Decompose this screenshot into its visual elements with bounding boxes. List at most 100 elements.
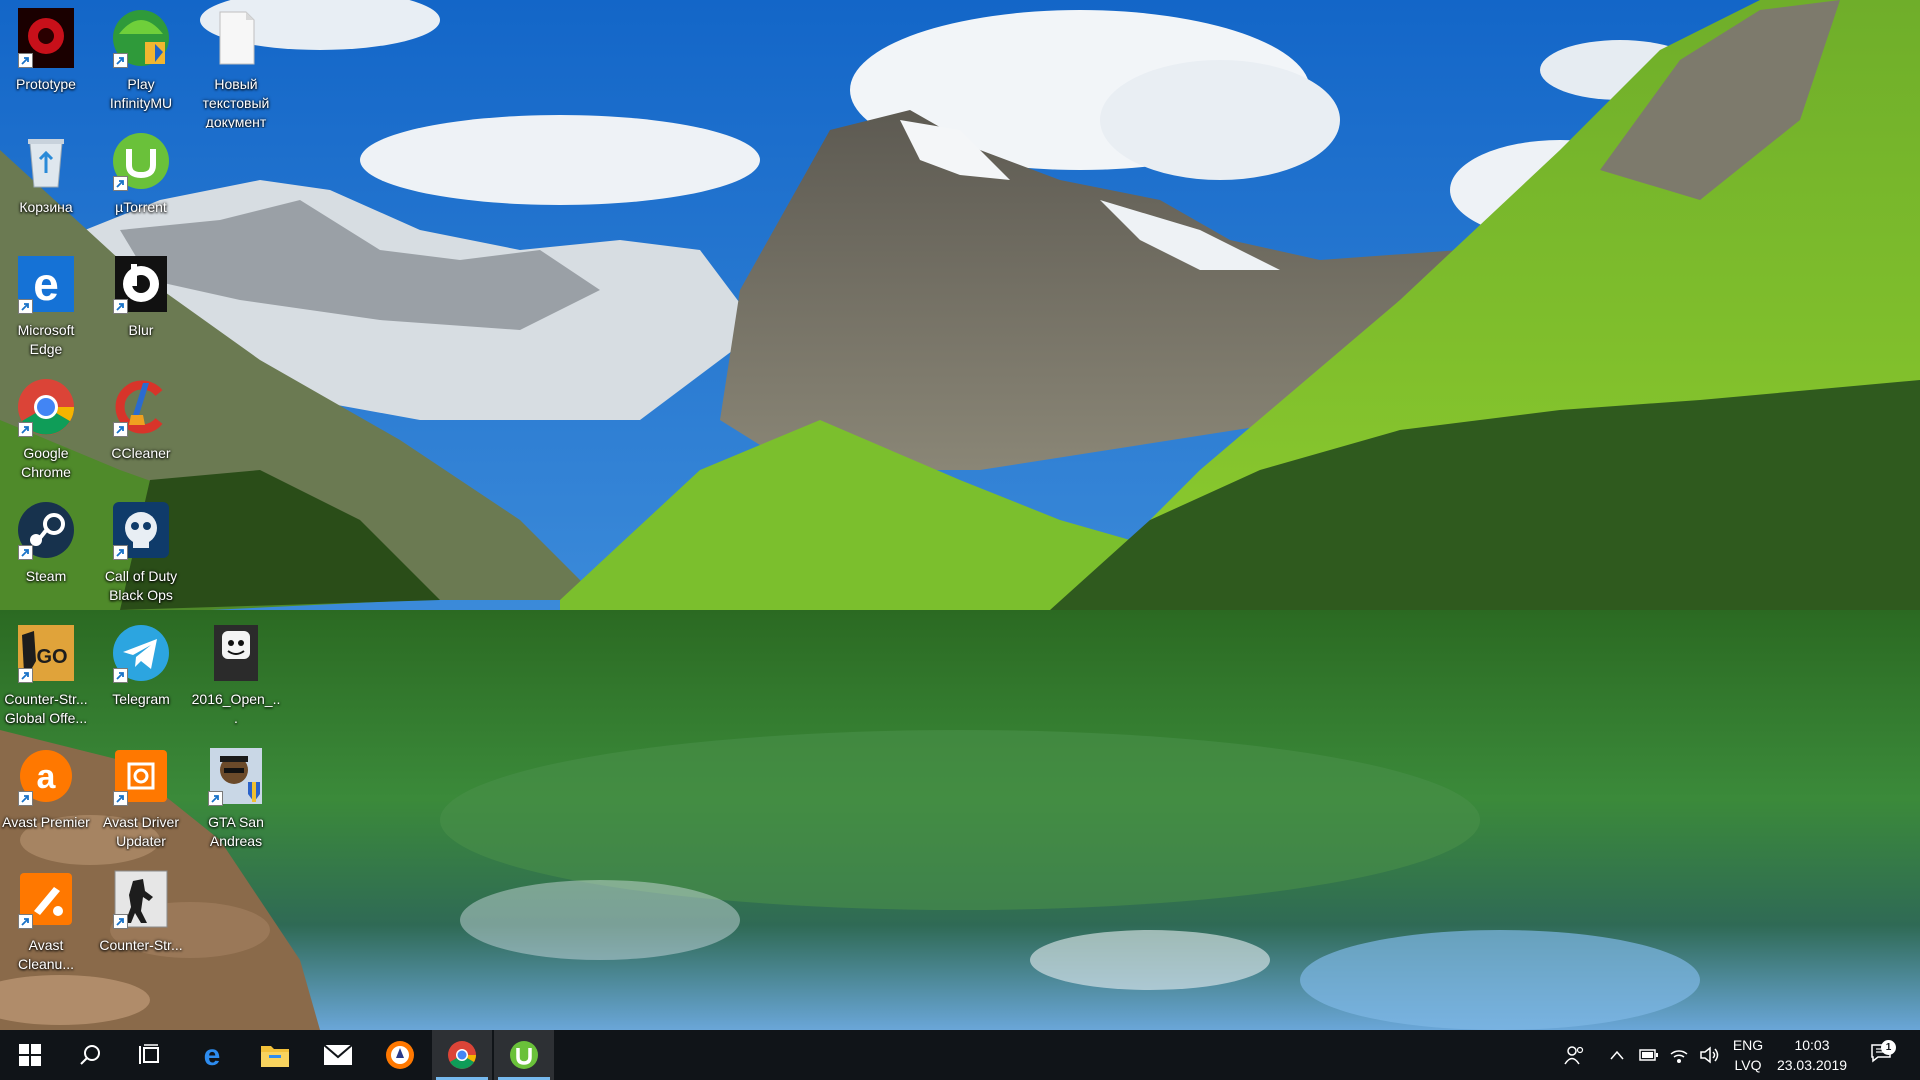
taskbar-edge[interactable]: e [182, 1030, 242, 1080]
desktop-icon-recycle-bin[interactable]: Корзина [0, 123, 92, 241]
shortcut-arrow-icon [18, 668, 33, 683]
desktop-icon-label: 2016_Open_... [191, 691, 281, 726]
desktop-icon-gta-san-andreas[interactable]: GTA San Andreas [190, 738, 282, 856]
edge-icon: e [204, 1041, 221, 1069]
desktop-icon-counter-strike[interactable]: Counter-Str... [95, 861, 187, 979]
language-indicator: ENG LVQ [1733, 1035, 1763, 1075]
network-button[interactable] [1664, 1030, 1694, 1080]
clock-time: 10:03 [1794, 1037, 1830, 1053]
search-button[interactable] [60, 1030, 120, 1080]
notification-count-badge: 1 [1881, 1040, 1896, 1055]
desktop-icon-avast-driver-updater[interactable]: Avast Driver Updater [95, 738, 187, 856]
shortcut-arrow-icon [18, 545, 33, 560]
speaker-icon [1700, 1046, 1719, 1064]
taskbar-avast-browser[interactable] [370, 1030, 430, 1080]
shortcut-arrow-icon [18, 53, 33, 68]
desktop-icon-label: Avast Cleanu... [17, 937, 75, 972]
language-code: ENG [1732, 1037, 1764, 1053]
desktop-icon-label: Prototype [16, 76, 76, 92]
search-icon [80, 1045, 100, 1065]
file-explorer-icon [261, 1046, 289, 1067]
mail-icon [323, 1044, 353, 1065]
chevron-up-icon [1610, 1050, 1624, 1060]
taskbar-mail[interactable] [308, 1030, 368, 1080]
wifi-icon [1670, 1050, 1688, 1063]
avast-browser-icon [386, 1041, 414, 1069]
desktop-icon-label: Корзина [19, 199, 73, 215]
desktop-icon-label: Avast Driver Updater [103, 814, 179, 849]
shortcut-arrow-icon [113, 422, 128, 437]
shortcut-arrow-icon [113, 545, 128, 560]
people-button[interactable] [1556, 1030, 1592, 1080]
shortcut-arrow-icon [18, 791, 33, 806]
desktop-icon-label: Counter-Str... Global Offe... [4, 691, 88, 726]
clock-date: 23.03.2019 [1776, 1057, 1848, 1073]
desktop-icon-label: Google Chrome [21, 445, 71, 480]
taskbar-chrome[interactable] [432, 1030, 492, 1080]
desktop-icon-label: Blur [128, 322, 154, 338]
marshmello-file-icon [214, 625, 258, 681]
desktop-icon-avast-premier[interactable]: a Avast Premier [0, 738, 92, 856]
desktop-icon-blur[interactable]: Blur [95, 246, 187, 364]
shortcut-arrow-icon [18, 914, 33, 929]
taskbar: e ENG LVQ 10:03 23.03.2019 1 [0, 1030, 1920, 1080]
desktop: Prototype Play InfinityMU Новый текстовы… [0, 0, 1920, 1030]
desktop-icon-telegram[interactable]: Telegram [95, 615, 187, 733]
chrome-icon [448, 1041, 476, 1069]
text-document-icon [219, 11, 255, 65]
desktop-icon-label: Steam [25, 568, 67, 584]
volume-button[interactable] [1694, 1030, 1726, 1080]
shortcut-arrow-icon [18, 299, 33, 314]
shortcut-arrow-icon [18, 422, 33, 437]
desktop-icon-label: Telegram [112, 691, 170, 707]
desktop-icon-label: Call of Duty Black Ops [104, 568, 178, 603]
desktop-icon-steam[interactable]: Steam [0, 492, 92, 610]
keyboard-layout: LVQ [1734, 1057, 1762, 1073]
desktop-icon-utorrent[interactable]: µTorrent [95, 123, 187, 241]
desktop-icon-label: GTA San Andreas [208, 814, 264, 849]
shortcut-arrow-icon [208, 791, 223, 806]
shortcut-arrow-icon [113, 914, 128, 929]
desktop-icon-label: µTorrent [115, 199, 167, 215]
desktop-icon-ccleaner[interactable]: CCleaner [95, 369, 187, 487]
desktop-icon-2016-open[interactable]: 2016_Open_... [190, 615, 282, 733]
desktop-icon-label: Play InfinityMU [109, 76, 173, 111]
svg-text:e: e [33, 258, 59, 310]
desktop-icon-csgo[interactable]: GO Counter-Str... Global Offe... [0, 615, 92, 733]
desktop-icon-microsoft-edge[interactable]: e Microsoft Edge [0, 246, 92, 364]
people-icon [1564, 1046, 1584, 1065]
battery-icon [1639, 1049, 1658, 1061]
shortcut-arrow-icon [113, 668, 128, 683]
taskbar-file-explorer[interactable] [245, 1030, 305, 1080]
start-button[interactable] [0, 1030, 60, 1080]
battery-button[interactable] [1634, 1030, 1664, 1080]
desktop-icon-avast-cleanup[interactable]: Avast Cleanu... [0, 861, 92, 979]
desktop-icon-call-of-duty[interactable]: Call of Duty Black Ops [95, 492, 187, 610]
desktop-icon-label: Microsoft Edge [17, 322, 75, 357]
desktop-icon-play-infinitymu[interactable]: Play InfinityMU [95, 0, 187, 118]
clock: 10:03 23.03.2019 [1777, 1035, 1847, 1075]
clock-button[interactable]: 10:03 23.03.2019 [1772, 1030, 1852, 1080]
show-hidden-icons-button[interactable] [1602, 1030, 1632, 1080]
recycle-bin-icon [28, 139, 64, 188]
task-view-icon [139, 1044, 159, 1064]
desktop-icon-label: Avast Premier [2, 814, 90, 830]
taskbar-utorrent[interactable] [494, 1030, 554, 1080]
svg-text:e: e [204, 1041, 221, 1069]
shortcut-arrow-icon [113, 791, 128, 806]
action-center-button[interactable]: 1 [1862, 1030, 1902, 1080]
shortcut-arrow-icon [113, 53, 128, 68]
svg-text:a: a [37, 758, 57, 796]
svg-text:GO: GO [36, 646, 67, 668]
desktop-icon-label: Новый текстовый документ [202, 76, 270, 128]
shortcut-arrow-icon [113, 299, 128, 314]
shortcut-arrow-icon [113, 176, 128, 191]
input-language-button[interactable]: ENG LVQ [1728, 1030, 1768, 1080]
desktop-icon-new-text-document[interactable]: Новый текстовый документ [190, 0, 282, 128]
utorrent-icon [510, 1041, 538, 1069]
desktop-icon-google-chrome[interactable]: Google Chrome [0, 369, 92, 487]
desktop-icon-label: Counter-Str... [99, 937, 183, 953]
task-view-button[interactable] [120, 1030, 180, 1080]
windows-start-icon [19, 1044, 41, 1066]
desktop-icon-prototype[interactable]: Prototype [0, 0, 92, 118]
